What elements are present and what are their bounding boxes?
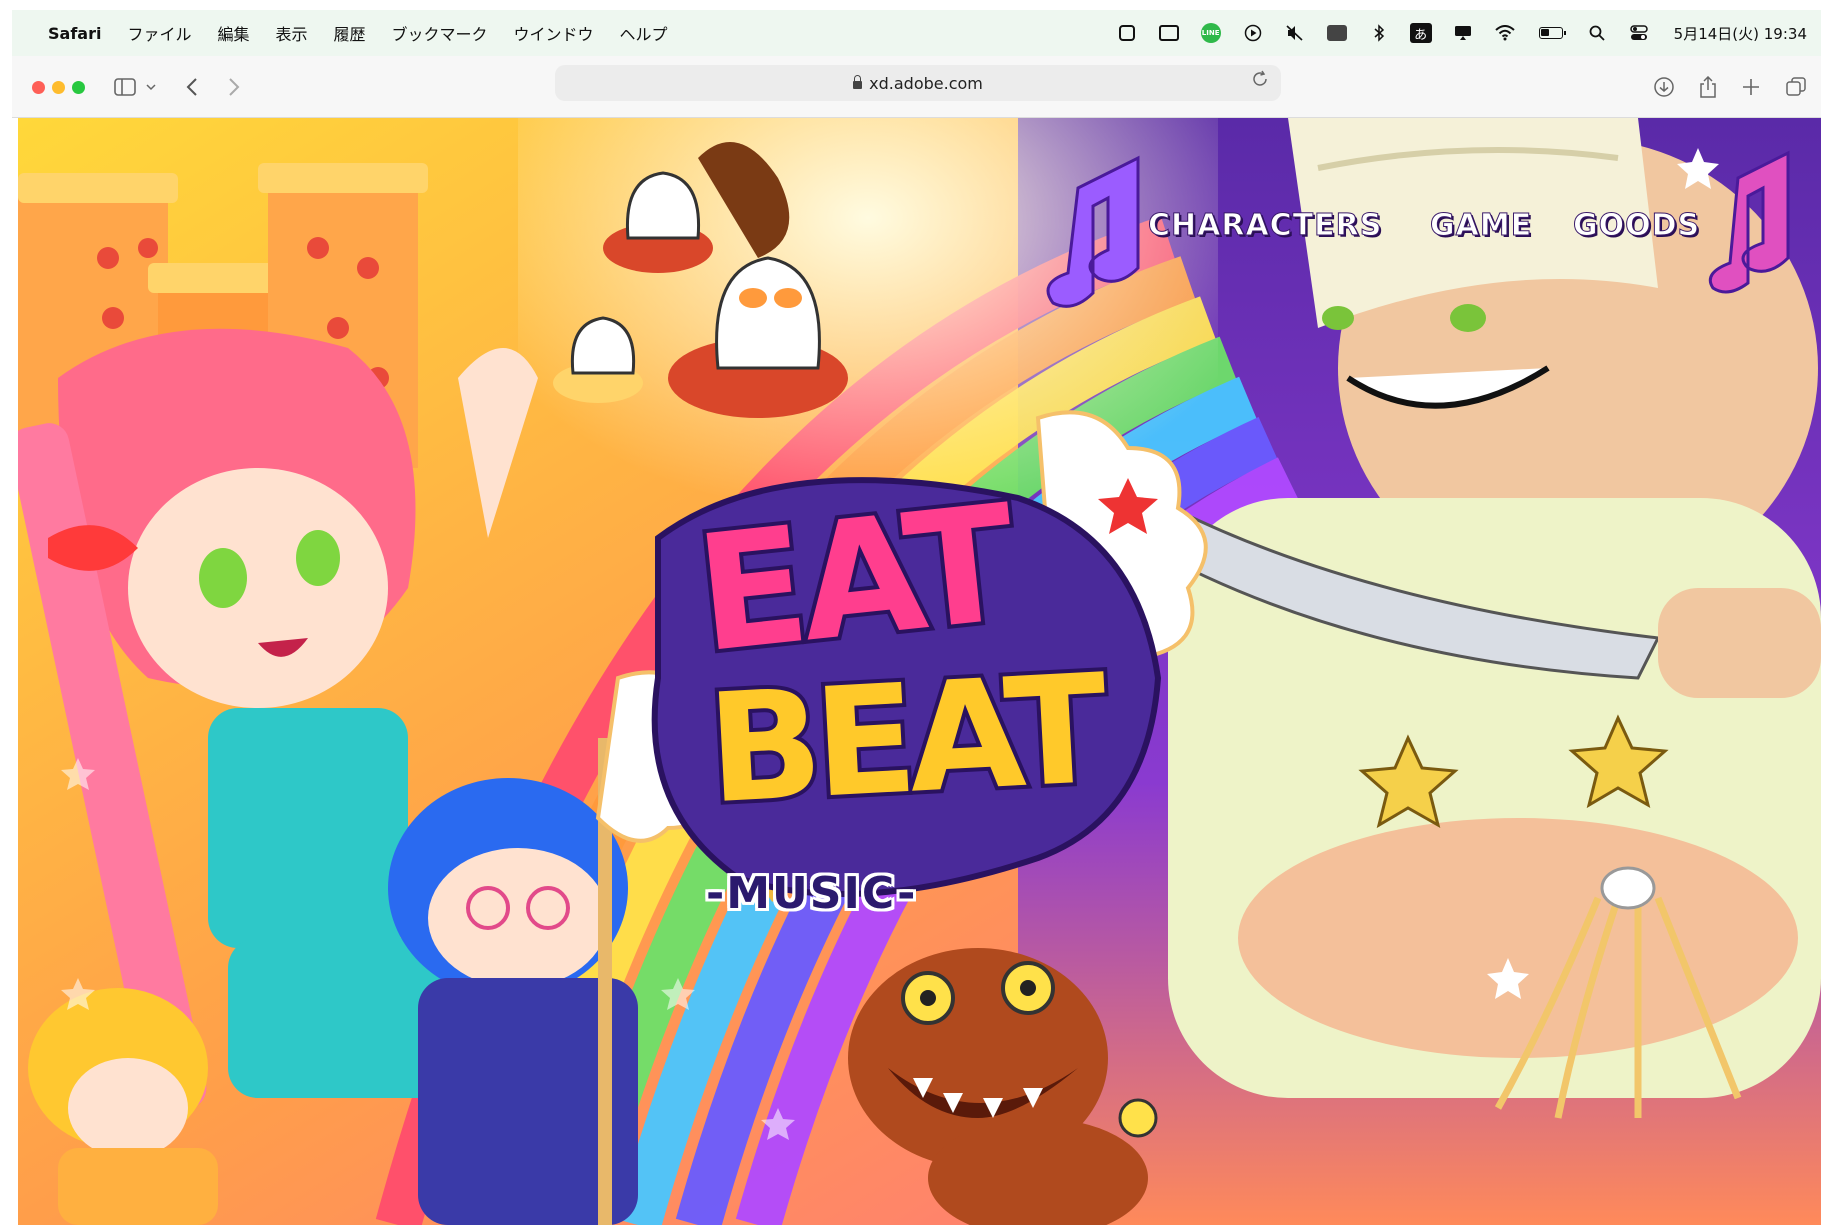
menu-bar: Safari ファイル 編集 表示 履歴 ブックマーク ウインドウ ヘルプ LI… [12, 10, 1821, 56]
downloads-icon[interactable] [1652, 72, 1676, 102]
keyboard-icon[interactable] [1326, 24, 1348, 42]
wifi-icon[interactable] [1494, 24, 1516, 42]
browser-toolbar: xd.adobe.com [12, 56, 1821, 118]
bluetooth-icon[interactable] [1368, 24, 1390, 42]
play-icon[interactable] [1242, 24, 1264, 42]
screen: Safari ファイル 編集 表示 履歴 ブックマーク ウインドウ ヘルプ LI… [12, 10, 1821, 1225]
menu-file[interactable]: ファイル [127, 21, 191, 45]
site-logo[interactable]: EAT BEAT [668, 463, 1118, 883]
lock-icon [853, 75, 863, 89]
menu-history[interactable]: 履歴 [334, 21, 366, 45]
zoom-window-button[interactable] [72, 81, 85, 94]
site-navigation: CHARACTERS GAME GOODS [18, 196, 1821, 256]
menu-edit[interactable]: 編集 [217, 21, 249, 45]
menu-view[interactable]: 表示 [275, 21, 307, 45]
logo-music-text: -MUSIC- [706, 868, 918, 919]
nav-goods[interactable]: GOODS [1572, 208, 1700, 244]
sidebar-toggle-icon[interactable] [112, 72, 138, 102]
minimize-window-button[interactable] [52, 81, 65, 94]
new-tab-icon[interactable] [1740, 72, 1762, 102]
menubar-clock[interactable]: 5月14日(火) 19:34 [1674, 23, 1807, 44]
drive-icon[interactable] [1116, 24, 1138, 42]
tab-overview-icon[interactable] [1784, 72, 1808, 102]
back-button[interactable] [182, 72, 202, 102]
forward-button[interactable] [224, 72, 244, 102]
address-bar[interactable]: xd.adobe.com [555, 65, 1281, 101]
airplay-display-icon[interactable] [1452, 24, 1474, 42]
logo-beat-text: BEAT [704, 643, 1112, 838]
input-method-icon[interactable]: あ [1409, 23, 1432, 43]
menu-bookmarks[interactable]: ブックマーク [392, 21, 488, 45]
display-mirror-icon[interactable] [1158, 24, 1180, 42]
control-center-icon[interactable] [1628, 24, 1650, 42]
reload-icon[interactable] [1251, 70, 1269, 93]
nav-game[interactable]: GAME [1429, 208, 1532, 244]
mute-icon[interactable] [1284, 24, 1306, 42]
share-icon[interactable] [1697, 72, 1719, 102]
line-app-icon[interactable]: LINE [1200, 23, 1222, 43]
battery-icon[interactable] [1536, 24, 1566, 42]
menu-app-name[interactable]: Safari [48, 24, 101, 43]
spotlight-search-icon[interactable] [1586, 24, 1608, 42]
status-area: LINE あ 5月14日(火) 19:34 [1116, 10, 1807, 56]
nav-characters[interactable]: CHARACTERS [1147, 208, 1382, 244]
menu-window[interactable]: ウインドウ [514, 21, 594, 45]
web-page: CHARACTERS GAME GOODS EAT BEAT -MUSIC- [18, 118, 1821, 1225]
address-text[interactable]: xd.adobe.com [869, 74, 983, 93]
close-window-button[interactable] [32, 81, 45, 94]
sidebar-chevron-down-icon[interactable] [144, 72, 158, 102]
menu-help[interactable]: ヘルプ [620, 21, 668, 45]
